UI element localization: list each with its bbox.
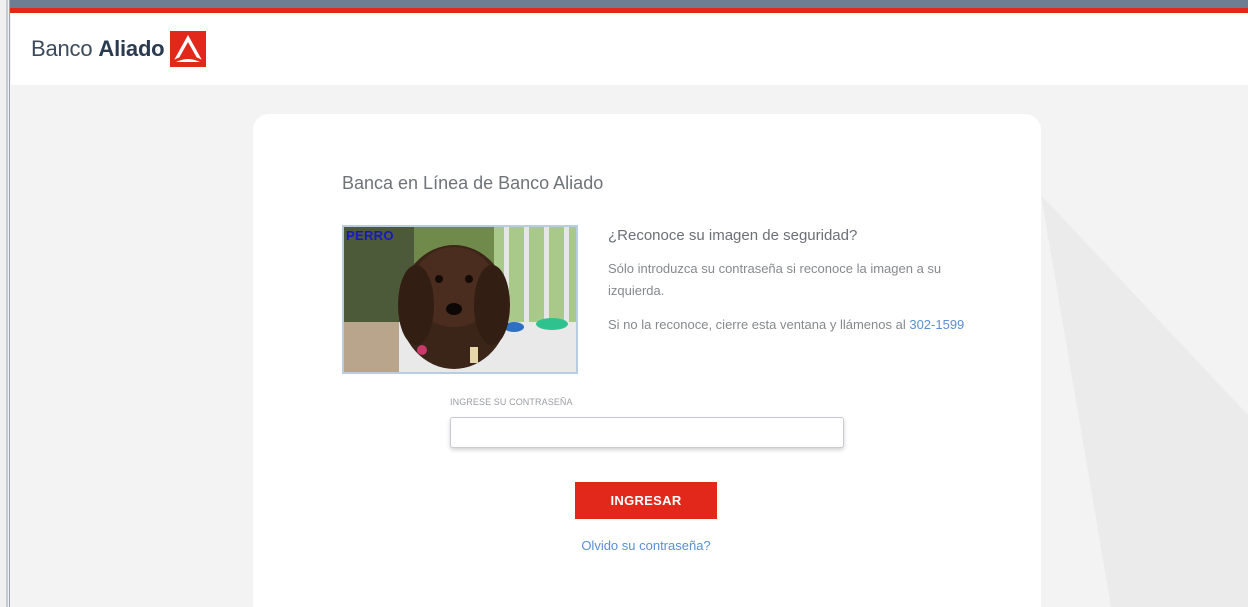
logo-text: Banco Aliado: [31, 36, 165, 62]
login-button[interactable]: INGRESAR: [575, 482, 717, 519]
browser-window: Banco Aliado Banca en Línea de Banco Alia…: [0, 0, 1248, 607]
window-frame-left: [0, 0, 10, 607]
bank-logo[interactable]: Banco Aliado: [31, 30, 207, 68]
page-content: Banca en Línea de Banco Aliado PERRO ¿Re…: [11, 85, 1248, 607]
logo-word-banco: Banco: [31, 36, 93, 61]
security-image: PERRO: [342, 225, 578, 374]
logo-triangle-icon: [170, 31, 207, 67]
password-label: INGRESE SU CONTRASEÑA: [450, 397, 573, 407]
security-warning: Si no la reconoce, cierre esta ventana y…: [608, 314, 968, 336]
site-header: Banco Aliado: [11, 13, 1248, 85]
password-input[interactable]: [450, 417, 844, 448]
security-image-label: PERRO: [346, 228, 394, 243]
security-warning-text: Si no la reconoce, cierre esta ventana y…: [608, 317, 906, 332]
window-top-strip: [10, 0, 1248, 8]
logo-word-aliado: Aliado: [98, 36, 165, 61]
login-card: Banca en Línea de Banco Aliado PERRO ¿Re…: [253, 114, 1041, 607]
page-title: Banca en Línea de Banco Aliado: [342, 173, 604, 193]
forgot-password-link[interactable]: Olvido su contraseña?: [575, 538, 717, 553]
security-instruction: Sólo introduzca su contraseña si reconoc…: [608, 261, 942, 298]
dog-photo-icon: [344, 227, 576, 372]
phone-link[interactable]: 302-1599: [909, 317, 964, 332]
security-info: ¿Reconoce su imagen de seguridad? Sólo i…: [608, 227, 968, 348]
security-question: ¿Reconoce su imagen de seguridad?: [608, 227, 858, 244]
